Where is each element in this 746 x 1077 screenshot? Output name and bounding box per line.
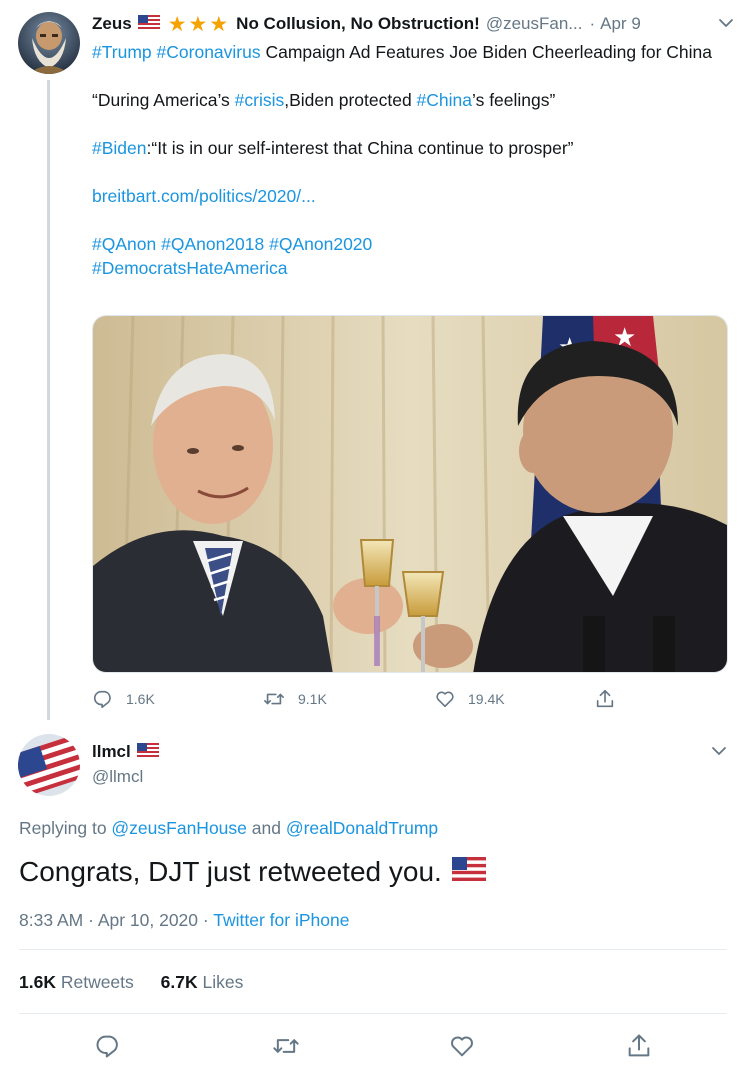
meta-separator: ·: [198, 910, 214, 930]
article-link[interactable]: breitbart.com/politics/2020/...: [92, 186, 316, 206]
tweet-stats: 1.6K Retweets 6.7K Likes: [19, 972, 243, 993]
biden-quote: :“It is in our self-interest that China …: [146, 138, 574, 158]
hashtag-qanon2020[interactable]: #QAnon2020: [269, 234, 372, 254]
meta-separator: ·: [83, 910, 98, 930]
quote-text-3: ’s feelings”: [472, 90, 556, 110]
share-icon: [628, 1034, 650, 1057]
us-flag-icon: [451, 854, 487, 890]
reply-mention-realdonaldtrump[interactable]: @realDonaldTrump: [286, 818, 438, 838]
tweet-source-link[interactable]: Twitter for iPhone: [213, 910, 349, 930]
divider: [19, 1013, 727, 1014]
parent-tweet[interactable]: Zeus ★ ★ ★ No Collusion, No Obstruction!…: [0, 0, 746, 730]
focal-author-name[interactable]: llmcl: [92, 742, 131, 762]
quote-text-2: ,Biden protected: [284, 90, 417, 110]
reply-button[interactable]: 1.6K: [92, 688, 262, 710]
tweet-action-bar: 1.6K 9.1K 19.4K: [92, 684, 652, 714]
thread-line: [47, 80, 50, 720]
replying-to: Replying to @zeusFanHouse and @realDonal…: [19, 818, 438, 839]
author-handle[interactable]: @zeusFan...: [486, 14, 583, 34]
hashtag-qanon2018[interactable]: #QAnon2018: [161, 234, 264, 254]
us-flag-icon: [137, 14, 160, 34]
share-button[interactable]: [625, 1032, 653, 1060]
replying-and: and: [246, 818, 286, 838]
hashtag-china[interactable]: #China: [417, 90, 472, 110]
like-button[interactable]: 19.4K: [434, 688, 594, 710]
focal-tweet: llmcl @llmcl Replying to @zeusFanHouse a…: [0, 730, 746, 1077]
focal-date[interactable]: Apr 10, 2020: [98, 910, 198, 930]
like-button[interactable]: [448, 1032, 476, 1060]
star-icon: ★: [188, 12, 208, 36]
reply-icon: [93, 690, 111, 709]
avatar-zeus[interactable]: [18, 12, 80, 74]
likes-label: Likes: [197, 972, 244, 992]
focal-time[interactable]: 8:33 AM: [19, 910, 83, 930]
hashtag-democratshateamerica[interactable]: #DemocratsHateAmerica: [92, 258, 287, 278]
reply-mention-zeusfanhouse[interactable]: @zeusFanHouse: [111, 818, 246, 838]
likes-stat[interactable]: 6.7K Likes: [161, 972, 244, 992]
share-button[interactable]: [594, 688, 616, 710]
share-icon: [596, 689, 614, 708]
focal-meta: 8:33 AM · Apr 10, 2020 · Twitter for iPh…: [19, 910, 349, 931]
like-count: 19.4K: [468, 691, 505, 707]
reply-icon: [96, 1035, 118, 1058]
headline-text: Campaign Ad Features Joe Biden Cheerlead…: [260, 42, 712, 62]
focal-action-bar: [0, 1020, 746, 1070]
hashtag-trump[interactable]: #Trump: [92, 42, 152, 62]
author-title: No Collusion, No Obstruction!: [236, 14, 480, 33]
retweets-stat[interactable]: 1.6K Retweets: [19, 972, 134, 992]
tweet-date[interactable]: Apr 9: [600, 14, 641, 34]
heart-icon: [436, 691, 454, 708]
divider: [19, 949, 727, 950]
retweets-count: 1.6K: [19, 972, 56, 992]
focal-text-body: Congrats, DJT just retweeted you.: [19, 856, 442, 887]
author-name[interactable]: Zeus: [92, 14, 132, 34]
focal-tweet-text: Congrats, DJT just retweeted you.: [19, 854, 487, 890]
retweet-count: 9.1K: [298, 691, 327, 707]
retweet-button[interactable]: 9.1K: [262, 688, 434, 710]
tweet-photo[interactable]: ★ ★ ★ ★: [92, 315, 728, 673]
chevron-down-icon[interactable]: [715, 12, 737, 34]
hashtag-coronavirus[interactable]: #Coronavirus: [157, 42, 261, 62]
retweet-icon: [273, 1039, 299, 1053]
heart-icon: [451, 1036, 473, 1057]
tweet-header: Zeus ★ ★ ★ No Collusion, No Obstruction!…: [92, 12, 737, 36]
retweet-icon: [264, 693, 284, 705]
quote-text-1: “During America’s: [92, 90, 235, 110]
star-icon: ★: [167, 12, 187, 36]
retweets-label: Retweets: [55, 972, 134, 992]
hashtag-crisis[interactable]: #crisis: [235, 90, 285, 110]
tweet-text: #Trump #Coronavirus Campaign Ad Features…: [92, 40, 712, 280]
avatar-llmcl[interactable]: [18, 734, 80, 796]
retweet-button[interactable]: [271, 1032, 299, 1060]
focal-author[interactable]: llmcl: [92, 742, 159, 762]
reply-button[interactable]: [94, 1032, 122, 1060]
hashtag-qanon[interactable]: #QAnon: [92, 234, 156, 254]
us-flag-icon: [136, 742, 159, 762]
hashtag-biden[interactable]: #Biden: [92, 138, 147, 158]
likes-count: 6.7K: [160, 972, 198, 992]
reply-count: 1.6K: [126, 691, 155, 707]
replying-label: Replying to: [19, 818, 112, 838]
header-separator: ·: [589, 14, 596, 33]
star-icon: ★: [209, 12, 229, 36]
focal-author-handle[interactable]: @llmcl: [92, 767, 143, 787]
chevron-down-icon[interactable]: [708, 740, 730, 762]
